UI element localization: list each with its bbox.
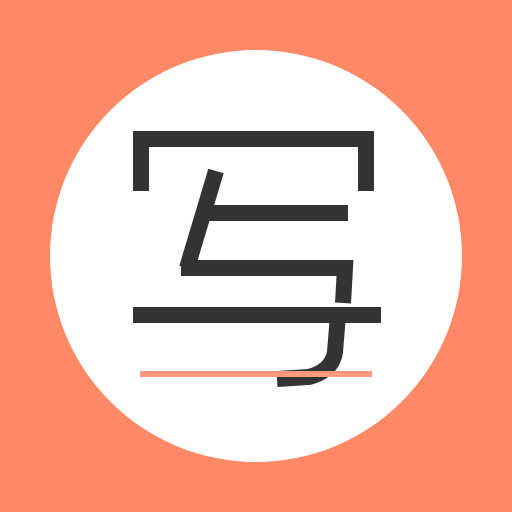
glyph-stroke-cover <box>133 131 374 191</box>
glyph-stroke-right-bend <box>181 260 354 304</box>
glyph-stroke-tail <box>276 314 346 387</box>
write-character-icon <box>133 131 381 387</box>
write-character-glyph <box>133 131 381 387</box>
app-icon[interactable] <box>0 0 512 512</box>
accent-underline <box>140 371 372 377</box>
